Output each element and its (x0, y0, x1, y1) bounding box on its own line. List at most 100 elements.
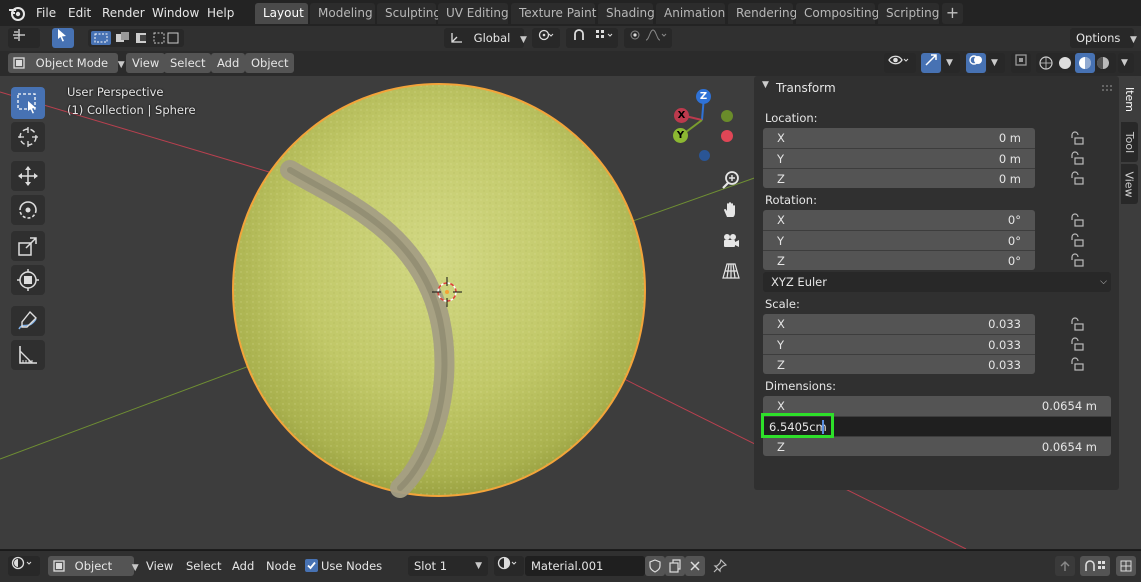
zoom-button[interactable] (719, 168, 743, 192)
pan-button[interactable] (719, 198, 743, 222)
lock-icon[interactable] (1070, 317, 1084, 331)
visibility-dropdown[interactable] (884, 53, 916, 73)
lock-icon[interactable] (1070, 131, 1084, 145)
tab-tool[interactable]: Tool (1121, 122, 1138, 162)
select-menu[interactable]: Select (164, 53, 212, 73)
tool-scale[interactable] (11, 231, 45, 261)
pin-button[interactable] (710, 556, 730, 576)
rotation-mode-dropdown[interactable]: XYZ Euler ⌵ (763, 272, 1111, 292)
use-nodes-label[interactable]: Use Nodes (315, 556, 388, 576)
gizmo-dropdown[interactable]: ▼ (942, 53, 960, 73)
shader-type-dropdown[interactable]: Object ▼ (48, 556, 139, 576)
material-name-field[interactable]: Material.001 (525, 556, 645, 576)
menu-edit[interactable]: Edit (68, 4, 91, 22)
dimensions-y-field-editing[interactable]: 6.5405cm (763, 416, 1111, 436)
lock-icon[interactable] (1070, 151, 1084, 165)
lock-icon[interactable] (1070, 337, 1084, 351)
location-x-field[interactable]: X 0 m (763, 128, 1035, 148)
tab-shading[interactable]: Shading (598, 3, 655, 24)
editor-type-dropdown[interactable] (8, 556, 40, 576)
tool-cursor[interactable] (11, 122, 45, 152)
xray-toggle[interactable] (1011, 53, 1031, 73)
duplicate-material-button[interactable] (665, 556, 685, 576)
add-workspace-button[interactable]: + (942, 3, 963, 24)
tab-rendering[interactable]: Rendering (728, 3, 797, 24)
add-menu[interactable]: Add (211, 53, 246, 73)
menu-file[interactable]: File (36, 4, 56, 22)
gizmo-y-axis[interactable]: Y (673, 128, 688, 143)
lock-icon[interactable] (1070, 253, 1084, 267)
select-mode-button[interactable] (52, 28, 74, 48)
parent-node-tree-button[interactable] (1055, 556, 1075, 576)
tool-annotate[interactable] (11, 306, 45, 336)
tab-texture-paint[interactable]: Texture Paint (511, 3, 596, 24)
object-mode-dropdown[interactable]: Object Mode ▼ (8, 53, 125, 73)
tab-uv-editing[interactable]: UV Editing (438, 3, 509, 24)
transform-pivot-button[interactable] (8, 28, 40, 48)
tab-layout[interactable]: Layout (255, 3, 308, 24)
tool-select-box[interactable] (11, 87, 45, 119)
material-browse-button[interactable] (494, 556, 524, 576)
location-z-field[interactable]: Z 0 m (763, 168, 1035, 188)
gizmo-toggle[interactable] (921, 53, 941, 73)
gizmo-z-axis[interactable]: Z (696, 89, 711, 104)
scale-z-field[interactable]: Z 0.033 (763, 354, 1035, 374)
tab-scripting[interactable]: Scripting (878, 3, 939, 24)
fake-user-button[interactable] (645, 556, 665, 576)
gizmo-neg-z-axis[interactable] (699, 150, 710, 161)
gizmo-neg-x-axis[interactable] (721, 130, 733, 142)
lock-icon[interactable] (1070, 213, 1084, 227)
gizmo-x-axis[interactable]: X (674, 108, 689, 123)
transform-panel-header[interactable]: ▼ Transform (754, 76, 1119, 100)
menu-help[interactable]: Help (207, 4, 234, 22)
proportional-edit-group[interactable] (624, 28, 672, 48)
snapping-group[interactable] (566, 28, 618, 48)
node-menu[interactable]: Node (260, 556, 302, 576)
tool-transform[interactable] (11, 265, 45, 295)
tab-animation[interactable]: Animation (656, 3, 725, 24)
tool-measure[interactable] (11, 340, 45, 370)
tab-compositing[interactable]: Compositing (796, 3, 879, 24)
navigation-gizmo[interactable]: Z X Y (664, 86, 744, 166)
lock-icon[interactable] (1070, 171, 1084, 185)
overlay-dropdown[interactable]: ▼ (987, 53, 1005, 73)
orientation-dropdown[interactable]: Global ▼ (444, 28, 527, 48)
node-select-menu[interactable]: Select (180, 556, 227, 576)
drag-handle-icon[interactable] (1101, 84, 1113, 92)
object-menu[interactable]: Object (245, 53, 295, 73)
tab-item[interactable]: Item (1121, 78, 1138, 120)
dimensions-y-edit-text[interactable]: 6.5405cm (769, 417, 827, 437)
location-y-field[interactable]: Y 0 m (763, 148, 1035, 168)
lock-icon[interactable] (1070, 357, 1084, 371)
3d-viewport[interactable]: Global ▼ Options ▼ Object Mode ▼ View Se… (0, 26, 1141, 549)
options-dropdown[interactable]: Options ▼ (1070, 28, 1137, 48)
rotation-y-field[interactable]: Y 0° (763, 230, 1035, 250)
node-snap-button[interactable] (1080, 556, 1110, 576)
dimensions-z-field[interactable]: Z 0.0654 m (763, 436, 1111, 456)
dimensions-x-field[interactable]: X 0.0654 m (763, 396, 1111, 416)
blender-logo-icon[interactable] (8, 4, 26, 22)
view-menu[interactable]: View (126, 53, 166, 73)
tool-move[interactable] (11, 161, 45, 191)
menu-window[interactable]: Window (152, 4, 199, 22)
unlink-material-button[interactable] (685, 556, 705, 576)
node-add-menu[interactable]: Add (226, 556, 260, 576)
rotation-z-field[interactable]: Z 0° (763, 250, 1035, 270)
menu-render[interactable]: Render (102, 4, 145, 22)
scale-y-field[interactable]: Y 0.033 (763, 334, 1035, 354)
camera-view-button[interactable] (719, 229, 743, 253)
tennis-ball-mesh[interactable] (232, 83, 646, 498)
scale-x-field[interactable]: X 0.033 (763, 314, 1035, 334)
node-view-menu[interactable]: View (140, 556, 179, 576)
shading-dropdown[interactable]: ▼ (1118, 53, 1134, 73)
pivot-point-button[interactable] (532, 28, 560, 48)
node-snap-mode-button[interactable] (1116, 556, 1136, 576)
perspective-toggle-button[interactable] (719, 259, 743, 283)
slot-dropdown[interactable]: Slot 1 ▼ (408, 556, 488, 576)
tool-rotate[interactable] (11, 195, 45, 225)
tab-modeling[interactable]: Modeling (310, 3, 375, 24)
lock-icon[interactable] (1070, 233, 1084, 247)
rotation-x-field[interactable]: X 0° (763, 210, 1035, 230)
tab-sculpting[interactable]: Sculpting (377, 3, 441, 24)
overlay-toggle[interactable] (966, 53, 986, 73)
